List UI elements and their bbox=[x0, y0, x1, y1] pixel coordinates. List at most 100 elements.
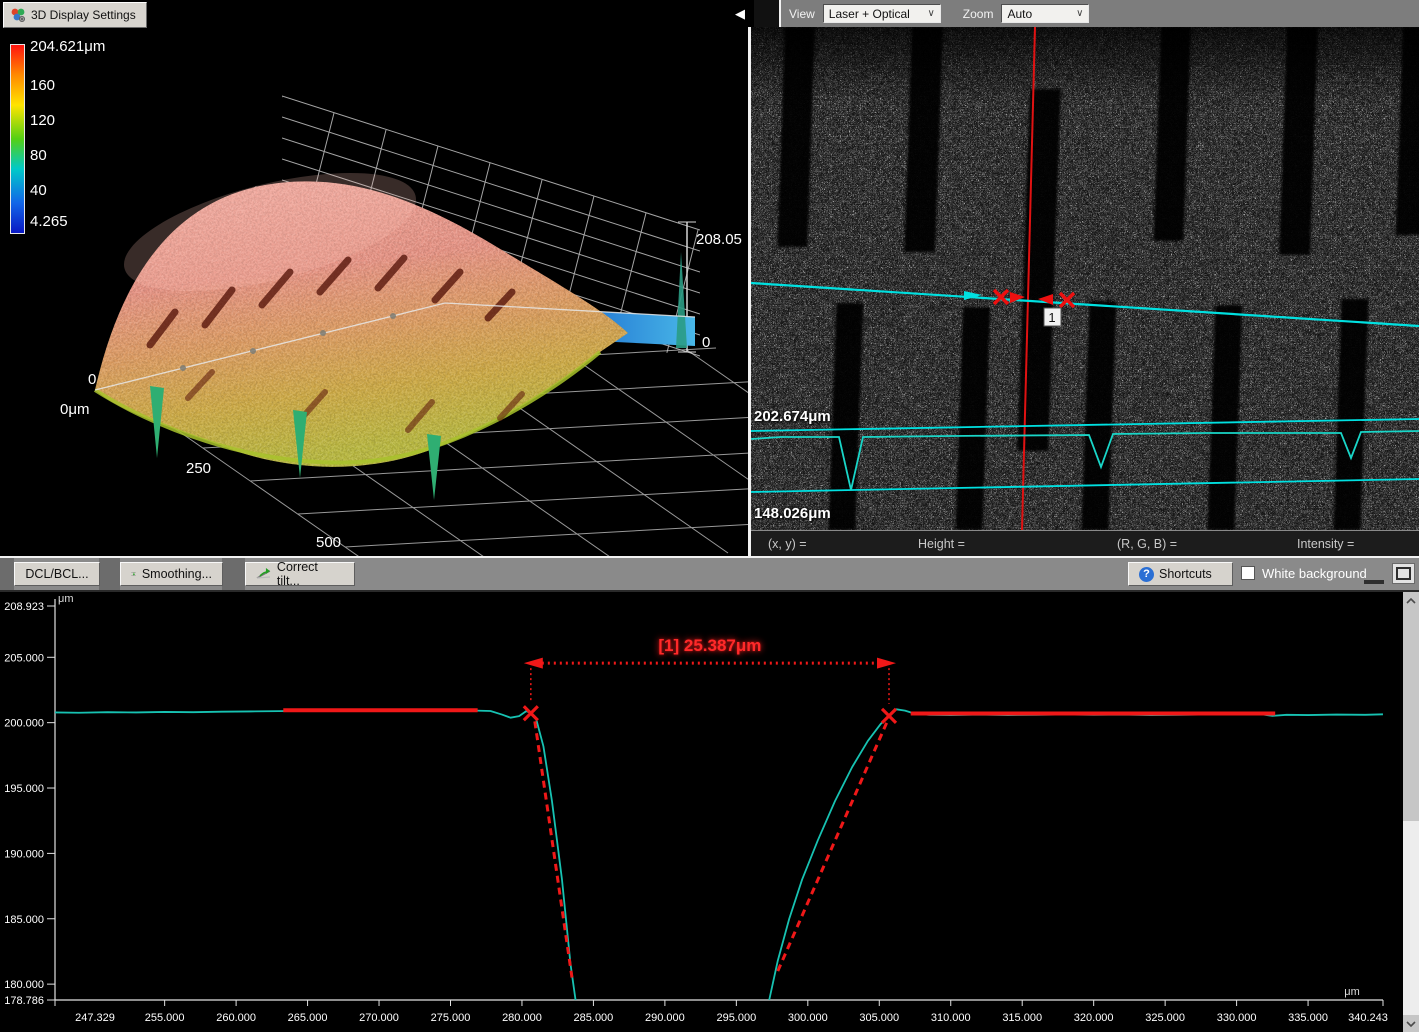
x-tick-label: 315.000 bbox=[1002, 1012, 1042, 1024]
y-tick-label: 205.000 bbox=[4, 652, 44, 664]
x-tick-label: 255.000 bbox=[145, 1012, 185, 1024]
y-tick-label: 185.000 bbox=[4, 914, 44, 926]
shortcuts-label: Shortcuts bbox=[1159, 567, 1212, 581]
scroll-up-arrow[interactable] bbox=[1403, 592, 1419, 609]
colorbar-max-label: 204.621μm bbox=[30, 38, 105, 55]
panel-optical-view: ◀ View Laser + Optical ∨ Zoom Auto ∨ bbox=[751, 0, 1419, 556]
collapse-panel-button[interactable]: ◀ bbox=[726, 0, 754, 27]
measurement-x-mark[interactable] bbox=[524, 706, 538, 720]
x-tick-label: 270.000 bbox=[359, 1012, 399, 1024]
x-tick-label: 340.243 bbox=[1348, 1012, 1388, 1024]
collapse-arrow-icon: ◀ bbox=[735, 6, 745, 22]
maximize-button[interactable] bbox=[1392, 563, 1415, 584]
x-tick-label: 320.000 bbox=[1074, 1012, 1114, 1024]
maximize-icon bbox=[1396, 567, 1411, 580]
smoothing-label: Smoothing... bbox=[142, 567, 212, 581]
section-spike bbox=[676, 252, 687, 348]
x-tick-label: 275.000 bbox=[431, 1012, 471, 1024]
axis-origin-unit-label: 0μm bbox=[60, 401, 89, 418]
x-tick-label: 325.000 bbox=[1145, 1012, 1185, 1024]
dimension-arrow-right bbox=[877, 658, 896, 669]
measurement-marker-number: 1 bbox=[1048, 310, 1055, 325]
height-colorbar bbox=[10, 44, 25, 234]
dimension-arrow-left bbox=[524, 658, 543, 669]
x-tick-label: 335.000 bbox=[1288, 1012, 1328, 1024]
zoom-select[interactable]: Auto ∨ bbox=[1001, 4, 1089, 23]
profile-curve bbox=[769, 709, 1383, 1000]
3d-display-settings-icon bbox=[10, 7, 26, 23]
x-tick-label: 295.000 bbox=[716, 1012, 756, 1024]
x-tick-label: 290.000 bbox=[645, 1012, 685, 1024]
shortcuts-button[interactable]: ? Shortcuts bbox=[1128, 562, 1233, 586]
smoothing-icon bbox=[131, 566, 137, 582]
colorbar-120-label: 120 bbox=[30, 112, 55, 129]
smoothing-button[interactable]: Smoothing... bbox=[120, 562, 223, 586]
y-axis-unit: μm bbox=[58, 593, 74, 605]
dimension-label: [1] 25.387μm bbox=[658, 636, 761, 655]
z-max-label: 208.05 bbox=[696, 231, 742, 248]
status-rgb: (R, G, B) = bbox=[1117, 537, 1177, 551]
y-tick-label: 208.923 bbox=[4, 601, 44, 613]
status-intensity: Intensity = bbox=[1297, 537, 1354, 551]
red-fit-line bbox=[535, 721, 572, 977]
y-tick-label: 190.000 bbox=[4, 848, 44, 860]
x-tick-label: 300.000 bbox=[788, 1012, 828, 1024]
white-background-checkbox[interactable] bbox=[1241, 566, 1255, 580]
panel-3d-view: 208.05 0 128μm bbox=[0, 0, 748, 556]
3d-display-settings-button[interactable]: 3D Display Settings bbox=[3, 2, 147, 28]
optical-toolbar: View Laser + Optical ∨ Zoom Auto ∨ bbox=[779, 0, 1419, 27]
x-axis-unit: μm bbox=[1344, 986, 1360, 998]
x-tick-label: 280.000 bbox=[502, 1012, 542, 1024]
scrollbar-thumb[interactable] bbox=[1403, 609, 1419, 821]
3d-surface-scene[interactable]: 208.05 0 128μm bbox=[0, 0, 748, 556]
x-tick-label: 285.000 bbox=[574, 1012, 614, 1024]
correct-tilt-button[interactable]: Correct tilt... bbox=[245, 562, 355, 586]
colorbar-40-label: 40 bbox=[30, 182, 47, 199]
zoom-value: Auto bbox=[1007, 7, 1032, 21]
dcl-bcl-button[interactable]: DCL/BCL... bbox=[14, 562, 100, 586]
axis-250-label: 250 bbox=[186, 460, 211, 477]
y-tick-label: 178.786 bbox=[4, 995, 44, 1007]
white-background-label: White background bbox=[1262, 566, 1367, 581]
lower-height-label: 148.026μm bbox=[754, 505, 831, 522]
x-tick-label: 265.000 bbox=[288, 1012, 328, 1024]
zoom-label: Zoom bbox=[963, 7, 994, 21]
question-icon: ? bbox=[1139, 567, 1154, 582]
profile-curve bbox=[55, 710, 576, 999]
3d-display-settings-label: 3D Display Settings bbox=[31, 8, 136, 22]
surface-dome bbox=[60, 149, 695, 500]
chevron-down-icon: ∨ bbox=[927, 8, 934, 19]
laser-optical-image[interactable]: 1 202.674μm 148.026μm bbox=[751, 27, 1419, 530]
upper-height-label: 202.674μm bbox=[754, 408, 831, 425]
optical-status-bar: (x, y) = Height = (R, G, B) = Intensity … bbox=[751, 530, 1419, 556]
colorbar-min-label: 4.265 bbox=[30, 213, 68, 230]
chart-scrollbar[interactable] bbox=[1403, 592, 1419, 1032]
view-label: View bbox=[789, 7, 815, 21]
view-mode-select[interactable]: Laser + Optical ∨ bbox=[823, 4, 941, 23]
status-xy: (x, y) = bbox=[768, 537, 807, 551]
view-mode-value: Laser + Optical bbox=[829, 7, 910, 21]
x-tick-label: 310.000 bbox=[931, 1012, 971, 1024]
x-tick-label: 247.329 bbox=[75, 1012, 115, 1024]
processing-toolbar: DCL/BCL... Smoothing... Correct tilt... … bbox=[0, 558, 1419, 592]
z-min-label: 0 bbox=[702, 334, 710, 351]
x-tick-label: 330.000 bbox=[1217, 1012, 1257, 1024]
scroll-down-arrow[interactable] bbox=[1403, 1015, 1419, 1032]
measurement-x-mark[interactable] bbox=[882, 709, 896, 723]
profile-chart-panel: 208.923 205.000 200.000 195.000 190.000 185.0… bbox=[0, 592, 1419, 1032]
y-tick-label: 200.000 bbox=[4, 718, 44, 730]
axis-origin-label: 0 bbox=[88, 371, 96, 388]
minimize-button[interactable] bbox=[1364, 564, 1384, 584]
axis-500-label: 500 bbox=[316, 534, 341, 551]
correct-tilt-label: Correct tilt... bbox=[277, 560, 344, 588]
height-profile-chart[interactable]: 208.923 205.000 200.000 195.000 190.000 185.0… bbox=[0, 592, 1403, 1032]
dcl-bcl-label: DCL/BCL... bbox=[25, 567, 88, 581]
status-height: Height = bbox=[918, 537, 965, 551]
y-tick-label: 195.000 bbox=[4, 783, 44, 795]
colorbar-160-label: 160 bbox=[30, 77, 55, 94]
chevron-down-icon: ∨ bbox=[1076, 8, 1083, 19]
y-tick-label: 180.000 bbox=[4, 979, 44, 991]
red-fit-line bbox=[778, 720, 888, 971]
x-tick-label: 305.000 bbox=[859, 1012, 899, 1024]
x-tick-label: 260.000 bbox=[216, 1012, 256, 1024]
